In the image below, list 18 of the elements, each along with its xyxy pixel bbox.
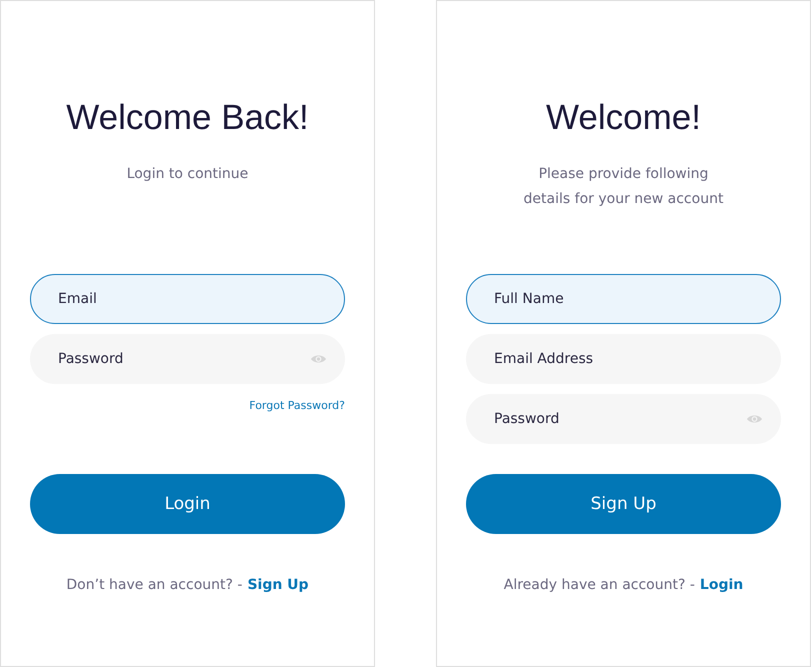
- screen-subtitle: Login to continue: [126, 165, 248, 184]
- screen-title: Welcome!: [546, 98, 701, 138]
- footer-text: Already have an account? -: [504, 576, 695, 595]
- input-field[interactable]: Full Name: [466, 274, 781, 324]
- footer-link[interactable]: Sign Up: [247, 575, 309, 595]
- input-field[interactable]: Email Address: [466, 334, 781, 384]
- submit-button[interactable]: Login: [30, 474, 345, 534]
- password-field[interactable]: Password: [30, 334, 345, 384]
- footer-text: Don’t have an account? -: [66, 576, 242, 595]
- submit-button[interactable]: Sign Up: [466, 474, 781, 534]
- forgot-password-link[interactable]: Forgot Password?: [249, 399, 345, 412]
- password-field[interactable]: Password: [466, 394, 781, 444]
- footer-link[interactable]: Login: [700, 575, 744, 595]
- screen-title: Welcome Back!: [66, 98, 309, 138]
- eye-icon[interactable]: [311, 354, 326, 364]
- screen-subtitle: Please provide following details for your new account: [522, 165, 724, 209]
- eye-icon[interactable]: [747, 414, 762, 424]
- input-field[interactable]: Email: [30, 274, 345, 324]
